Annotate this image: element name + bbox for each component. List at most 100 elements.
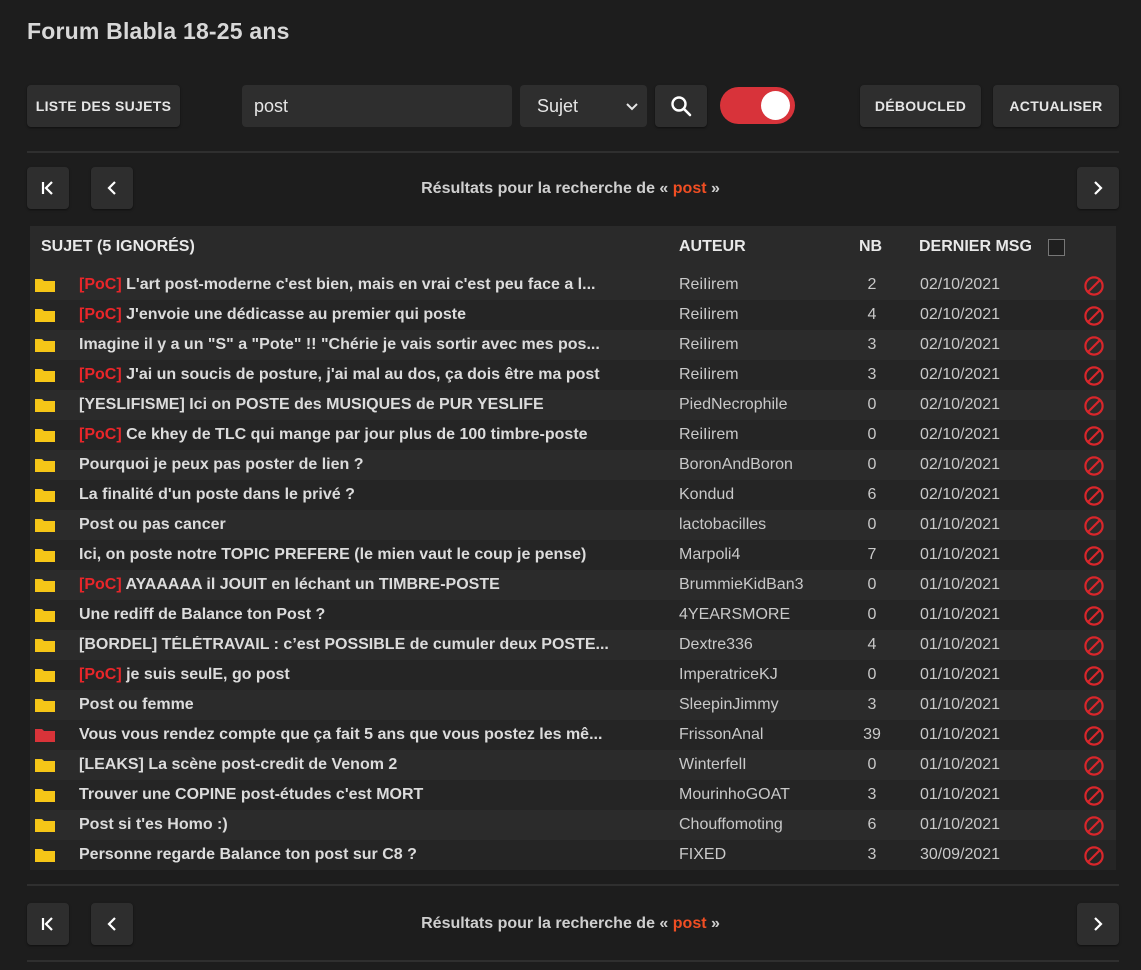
topic-author[interactable]: MourinhoGOAT xyxy=(679,786,790,804)
ignore-icon[interactable] xyxy=(1083,815,1105,842)
ignore-icon[interactable] xyxy=(1083,425,1105,452)
ignore-icon[interactable] xyxy=(1083,755,1105,782)
topic-subject[interactable]: Pourquoi je peux pas poster de lien ? xyxy=(79,456,649,474)
ignore-icon[interactable] xyxy=(1083,665,1105,692)
topic-subject[interactable]: Personne regarde Balance ton post sur C8… xyxy=(79,846,649,864)
topic-author[interactable]: PiedNecrophile xyxy=(679,396,788,414)
topic-author[interactable]: ReiIirem xyxy=(679,306,739,324)
topic-author[interactable]: ReiIirem xyxy=(679,366,739,384)
topic-author[interactable]: ReiIirem xyxy=(679,276,739,294)
topic-last-date[interactable]: 01/10/2021 xyxy=(920,726,1000,744)
topic-subject[interactable]: La finalité d'un poste dans le privé ? xyxy=(79,486,649,504)
ignore-icon[interactable] xyxy=(1083,455,1105,482)
table-row[interactable]: [BORDEL] TÉLÉTRAVAIL : c’est POSSIBLE de… xyxy=(30,630,1116,660)
ignore-icon[interactable] xyxy=(1083,575,1105,602)
ignore-icon[interactable] xyxy=(1083,485,1105,512)
topic-subject[interactable]: [PoC] J'envoie une dédicasse au premier … xyxy=(79,306,649,324)
topic-subject[interactable]: Imagine il y a un "S" a "Pote" !! "Chéri… xyxy=(79,336,649,354)
topic-last-date[interactable]: 02/10/2021 xyxy=(920,456,1000,474)
table-row[interactable]: Pourquoi je peux pas poster de lien ? Bor… xyxy=(30,450,1116,480)
topic-author[interactable]: Chouffomoting xyxy=(679,816,783,834)
ignore-icon[interactable] xyxy=(1083,785,1105,812)
table-row[interactable]: Ici, on poste notre TOPIC PREFERE (le mi… xyxy=(30,540,1116,570)
topic-last-date[interactable]: 01/10/2021 xyxy=(920,546,1000,564)
topic-last-date[interactable]: 02/10/2021 xyxy=(920,396,1000,414)
topic-author[interactable]: Dextre336 xyxy=(679,636,753,654)
topic-last-date[interactable]: 01/10/2021 xyxy=(920,816,1000,834)
ignore-icon[interactable] xyxy=(1083,695,1105,722)
topic-last-date[interactable]: 30/09/2021 xyxy=(920,846,1000,864)
search-input[interactable]: post xyxy=(242,85,512,127)
table-row[interactable]: [PoC] je suis seulE, go post ImperatriceK… xyxy=(30,660,1116,690)
topic-author[interactable]: SleepinJimmy xyxy=(679,696,779,714)
ignore-icon[interactable] xyxy=(1083,395,1105,422)
topic-subject[interactable]: Ici, on poste notre TOPIC PREFERE (le mi… xyxy=(79,546,649,564)
topic-author[interactable]: Kondud xyxy=(679,486,734,504)
table-row[interactable]: Personne regarde Balance ton post sur C8… xyxy=(30,840,1116,870)
table-row[interactable]: [PoC] AYAAAAA il JOUIT en léchant un TIM… xyxy=(30,570,1116,600)
unloop-button[interactable]: DÉBOUCLED xyxy=(860,85,981,127)
topic-last-date[interactable]: 02/10/2021 xyxy=(920,426,1000,444)
topic-last-date[interactable]: 02/10/2021 xyxy=(920,306,1000,324)
topic-last-date[interactable]: 01/10/2021 xyxy=(920,606,1000,624)
topic-last-date[interactable]: 01/10/2021 xyxy=(920,756,1000,774)
table-row[interactable]: Trouver une COPINE post-études c'est MOR… xyxy=(30,780,1116,810)
topic-subject[interactable]: [PoC] Ce khey de TLC qui mange par jour … xyxy=(79,426,649,444)
table-row[interactable]: [PoC] Ce khey de TLC qui mange par jour … xyxy=(30,420,1116,450)
table-row[interactable]: Post si t'es Homo :) Chouffomoting 6 01/10/… xyxy=(30,810,1116,840)
topic-subject[interactable]: [BORDEL] TÉLÉTRAVAIL : c’est POSSIBLE de… xyxy=(79,636,649,654)
table-row[interactable]: Post ou femme SleepinJimmy 3 01/10/2021 xyxy=(30,690,1116,720)
topic-author[interactable]: WinterfelI xyxy=(679,756,747,774)
topic-subject[interactable]: Post ou pas cancer xyxy=(79,516,649,534)
topic-last-date[interactable]: 01/10/2021 xyxy=(920,516,1000,534)
table-row[interactable]: Vous vous rendez compte que ça fait 5 an… xyxy=(30,720,1116,750)
topic-last-date[interactable]: 01/10/2021 xyxy=(920,576,1000,594)
topic-list-button[interactable]: LISTE DES SUJETS xyxy=(27,85,180,127)
topic-subject[interactable]: Post si t'es Homo :) xyxy=(79,816,649,834)
table-row[interactable]: [PoC] J'envoie une dédicasse au premier … xyxy=(30,300,1116,330)
table-row[interactable]: [YESLIFISME] Ici on POSTE des MUSIQUES d… xyxy=(30,390,1116,420)
topic-author[interactable]: BoronAndBoron xyxy=(679,456,793,474)
topic-last-date[interactable]: 02/10/2021 xyxy=(920,486,1000,504)
topic-subject[interactable]: [PoC] J'ai un soucis de posture, j'ai ma… xyxy=(79,366,649,384)
topic-subject[interactable]: Trouver une COPINE post-études c'est MOR… xyxy=(79,786,649,804)
topic-last-date[interactable]: 01/10/2021 xyxy=(920,666,1000,684)
ignore-icon[interactable] xyxy=(1083,605,1105,632)
topic-last-date[interactable]: 01/10/2021 xyxy=(920,696,1000,714)
topic-subject[interactable]: Une rediff de Balance ton Post ? xyxy=(79,606,649,624)
next-page-button-bottom[interactable] xyxy=(1077,903,1119,945)
table-row[interactable]: La finalité d'un poste dans le privé ? Ko… xyxy=(30,480,1116,510)
topic-author[interactable]: Marpoli4 xyxy=(679,546,740,564)
ignore-icon[interactable] xyxy=(1083,635,1105,662)
table-row[interactable]: [PoC] L'art post-moderne c'est bien, mai… xyxy=(30,270,1116,300)
topic-author[interactable]: BrummieKidBan3 xyxy=(679,576,804,594)
topic-subject[interactable]: [PoC] je suis seulE, go post xyxy=(79,666,649,684)
ignore-icon[interactable] xyxy=(1083,275,1105,302)
topic-subject[interactable]: [YESLIFISME] Ici on POSTE des MUSIQUES d… xyxy=(79,396,649,414)
table-row[interactable]: Imagine il y a un "S" a "Pote" !! "Chéri… xyxy=(30,330,1116,360)
topic-last-date[interactable]: 01/10/2021 xyxy=(920,786,1000,804)
topic-author[interactable]: lactobacilles xyxy=(679,516,766,534)
topic-subject[interactable]: [PoC] AYAAAAA il JOUIT en léchant un TIM… xyxy=(79,576,649,594)
topic-subject[interactable]: Vous vous rendez compte que ça fait 5 an… xyxy=(79,726,649,744)
table-row[interactable]: Post ou pas cancer lactobacilles 0 01/10/20… xyxy=(30,510,1116,540)
ignore-icon[interactable] xyxy=(1083,335,1105,362)
topic-subject[interactable]: Post ou femme xyxy=(79,696,649,714)
ignore-icon[interactable] xyxy=(1083,545,1105,572)
table-row[interactable]: Une rediff de Balance ton Post ? 4YEARSMO… xyxy=(30,600,1116,630)
ignore-icon[interactable] xyxy=(1083,305,1105,332)
search-button[interactable] xyxy=(655,85,707,127)
table-row[interactable]: [PoC] J'ai un soucis de posture, j'ai ma… xyxy=(30,360,1116,390)
topic-last-date[interactable]: 01/10/2021 xyxy=(920,636,1000,654)
topic-author[interactable]: 4YEARSMORE xyxy=(679,606,790,624)
filter-toggle[interactable] xyxy=(720,87,795,124)
search-type-select[interactable]: Sujet xyxy=(520,85,647,127)
topic-author[interactable]: FrissonAnal xyxy=(679,726,763,744)
ignore-icon[interactable] xyxy=(1083,515,1105,542)
topic-subject[interactable]: [LEAKS] La scène post-credit de Venom 2 xyxy=(79,756,649,774)
topic-last-date[interactable]: 02/10/2021 xyxy=(920,366,1000,384)
topic-author[interactable]: ReiIirem xyxy=(679,336,739,354)
ignore-icon[interactable] xyxy=(1083,845,1105,872)
ignore-icon[interactable] xyxy=(1083,725,1105,752)
table-row[interactable]: [LEAKS] La scène post-credit de Venom 2 W… xyxy=(30,750,1116,780)
